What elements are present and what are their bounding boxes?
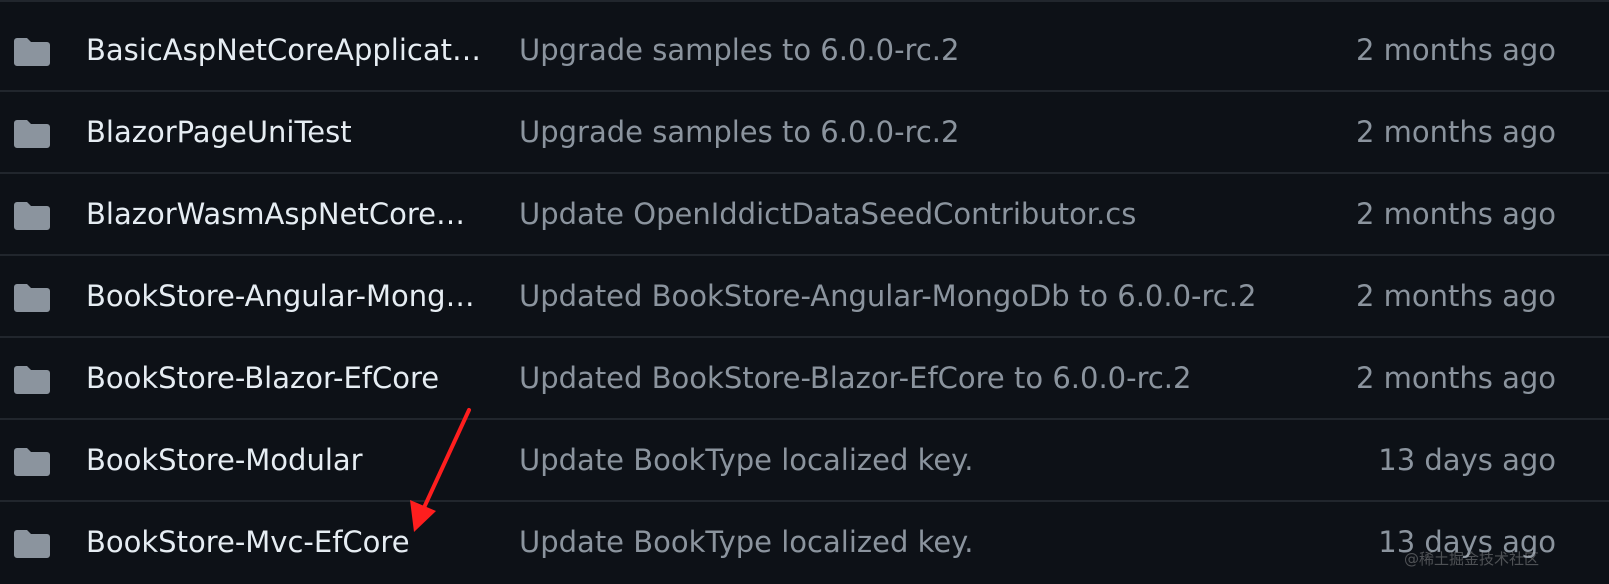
commit-message-link[interactable]: Update BookType localized key. bbox=[519, 502, 1319, 582]
folder-icon bbox=[14, 118, 50, 148]
commit-message-link[interactable]: Upgrade samples to 6.0.0-rc.2 bbox=[519, 92, 1319, 172]
file-name-link[interactable]: BlazorWasmAspNetCoreHo... bbox=[86, 174, 486, 254]
commit-age: 2 months ago bbox=[1355, 361, 1556, 395]
commit-message-link[interactable]: Updated BookStore-Blazor-EfCore to 6.0.0… bbox=[519, 338, 1319, 418]
file-row[interactable]: BookStore-Blazor-EfCore Updated BookStor… bbox=[0, 338, 1609, 420]
commit-age: 2 months ago bbox=[1355, 279, 1556, 313]
commit-message-link[interactable]: Updated BookStore-Angular-MongoDb to 6.0… bbox=[519, 256, 1319, 336]
file-row[interactable]: BasicAspNetCoreApplication Upgrade sampl… bbox=[0, 10, 1609, 92]
commit-age: 13 days ago bbox=[1378, 443, 1556, 477]
watermark: @稀土掘金技术社区 bbox=[1404, 550, 1540, 568]
commit-message-link[interactable]: Update OpenIddictDataSeedContributor.cs bbox=[519, 174, 1319, 254]
file-name-link[interactable]: BookStore-Blazor-EfCore bbox=[86, 338, 486, 418]
file-name-link[interactable]: BookStore-Mvc-EfCore bbox=[86, 502, 486, 582]
folder-icon bbox=[14, 446, 50, 476]
commit-age: 2 months ago bbox=[1355, 115, 1556, 149]
folder-icon bbox=[14, 36, 50, 66]
file-row[interactable]: BlazorPageUniTest Upgrade samples to 6.0… bbox=[0, 92, 1609, 174]
file-row[interactable]: BookStore-Modular Update BookType locali… bbox=[0, 420, 1609, 502]
commit-age: 2 months ago bbox=[1355, 197, 1556, 231]
commit-message-link[interactable]: Update BookType localized key. bbox=[519, 420, 1319, 500]
commit-age: 2 months ago bbox=[1355, 33, 1556, 67]
folder-icon bbox=[14, 528, 50, 558]
commit-message-link[interactable]: Upgrade samples to 6.0.0-rc.2 bbox=[519, 10, 1319, 90]
file-name-link[interactable]: BasicAspNetCoreApplication bbox=[86, 10, 486, 90]
file-row[interactable]: BlazorWasmAspNetCoreHo... Update OpenIdd… bbox=[0, 174, 1609, 256]
folder-icon bbox=[14, 200, 50, 230]
file-name-link[interactable]: BookStore-Modular bbox=[86, 420, 486, 500]
folder-icon bbox=[14, 364, 50, 394]
file-row[interactable]: BookStore-Mvc-EfCore Update BookType loc… bbox=[0, 502, 1609, 584]
file-list: BasicAspNetCoreApplication Upgrade sampl… bbox=[0, 0, 1609, 578]
file-row[interactable]: BookStore-Angular-Mongo... Updated BookS… bbox=[0, 256, 1609, 338]
file-name-link[interactable]: BookStore-Angular-Mongo... bbox=[86, 256, 486, 336]
file-name-link[interactable]: BlazorPageUniTest bbox=[86, 92, 486, 172]
folder-icon bbox=[14, 282, 50, 312]
